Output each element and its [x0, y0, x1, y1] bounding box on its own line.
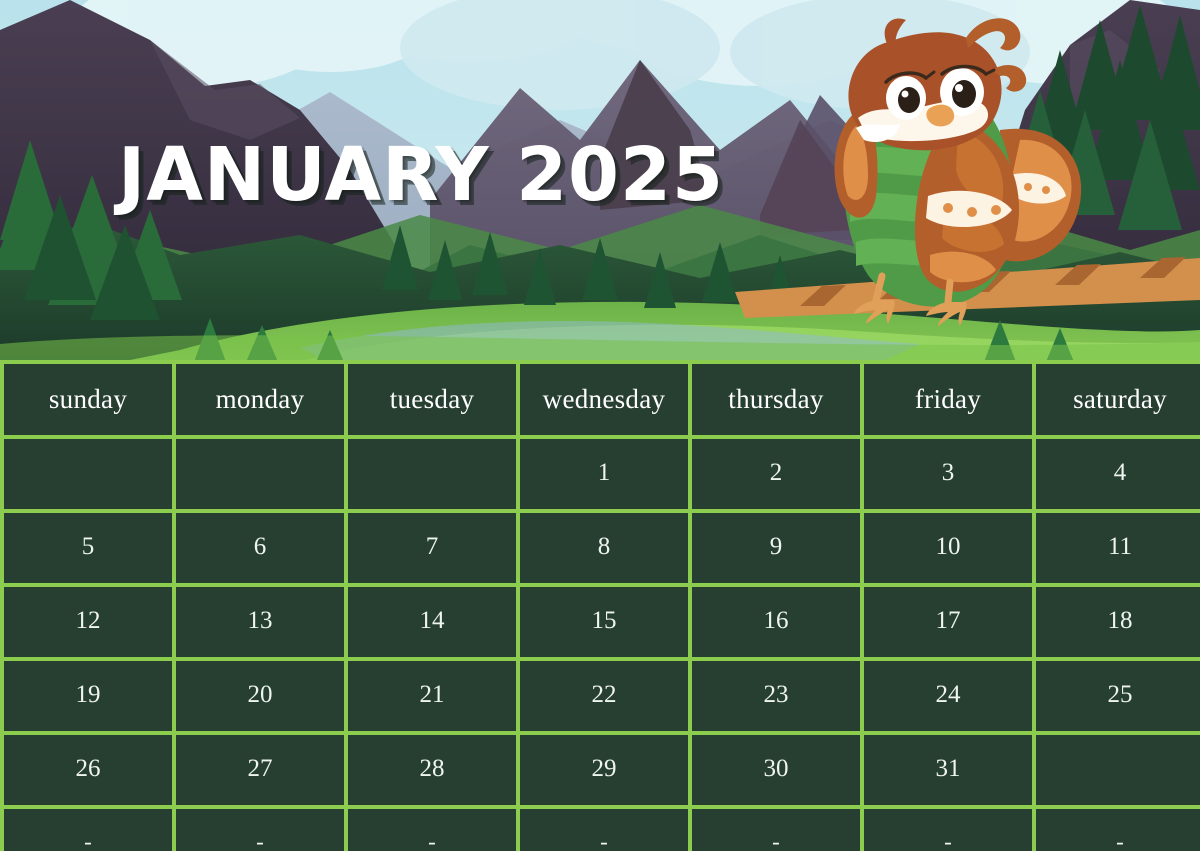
- date-number: 10: [935, 533, 961, 560]
- day-cell[interactable]: 29: [520, 735, 688, 805]
- date-number: 25: [1107, 681, 1133, 708]
- day-cell[interactable]: 27: [176, 735, 344, 805]
- date-number: 18: [1107, 607, 1133, 634]
- day-cell[interactable]: -: [692, 809, 860, 851]
- date-number: -: [84, 829, 92, 851]
- date-number: 28: [419, 755, 445, 782]
- date-number: -: [256, 829, 264, 851]
- date-number: 15: [591, 607, 617, 634]
- day-cell[interactable]: 4: [1036, 439, 1200, 509]
- day-cell[interactable]: 30: [692, 735, 860, 805]
- weekday-label: thursday: [728, 384, 824, 414]
- day-cell[interactable]: 28: [348, 735, 516, 805]
- date-number: 4: [1113, 459, 1127, 486]
- day-cell[interactable]: 25: [1036, 661, 1200, 731]
- day-cell[interactable]: -: [4, 809, 172, 851]
- weekday-label: saturday: [1073, 384, 1167, 414]
- day-cell[interactable]: 26: [4, 735, 172, 805]
- day-cell[interactable]: -: [176, 809, 344, 851]
- day-cell[interactable]: [348, 439, 516, 509]
- day-cell[interactable]: -: [520, 809, 688, 851]
- day-cell[interactable]: -: [1036, 809, 1200, 851]
- day-cell[interactable]: 23: [692, 661, 860, 731]
- date-number: 16: [763, 607, 789, 634]
- day-cell[interactable]: 17: [864, 587, 1032, 657]
- day-cell[interactable]: 9: [692, 513, 860, 583]
- day-cell[interactable]: 19: [4, 661, 172, 731]
- date-number: 13: [247, 607, 273, 634]
- date-number: 23: [763, 681, 789, 708]
- calendar-page: JANUARY 2025 sunday monday tuesday wedne…: [0, 0, 1200, 851]
- weekday-header-thursday: thursday: [692, 364, 860, 435]
- date-number: 29: [591, 755, 617, 782]
- date-number: 20: [247, 681, 273, 708]
- date-number: 14: [419, 607, 445, 634]
- weekday-header-monday: monday: [176, 364, 344, 435]
- day-cell[interactable]: 6: [176, 513, 344, 583]
- date-number: 8: [597, 533, 611, 560]
- header-artwork: JANUARY 2025: [0, 0, 1200, 362]
- day-cell[interactable]: 5: [4, 513, 172, 583]
- date-number: 5: [81, 533, 95, 560]
- date-number: 2: [769, 459, 783, 486]
- weekday-header-sunday: sunday: [4, 364, 172, 435]
- date-number: 17: [935, 607, 961, 634]
- day-cell[interactable]: 12: [4, 587, 172, 657]
- date-number: -: [600, 829, 608, 851]
- date-number: -: [428, 829, 436, 851]
- day-cell[interactable]: 24: [864, 661, 1032, 731]
- date-number: 19: [75, 681, 101, 708]
- weekday-label: friday: [914, 384, 982, 414]
- date-number: 30: [763, 755, 789, 782]
- day-cell[interactable]: 7: [348, 513, 516, 583]
- day-cell[interactable]: 10: [864, 513, 1032, 583]
- day-cell[interactable]: 3: [864, 439, 1032, 509]
- date-number: 27: [247, 755, 273, 782]
- weekday-header-wednesday: wednesday: [520, 364, 688, 435]
- date-number: 26: [75, 755, 101, 782]
- day-cell[interactable]: -: [348, 809, 516, 851]
- day-cell[interactable]: -: [864, 809, 1032, 851]
- day-cell[interactable]: 21: [348, 661, 516, 731]
- date-number: 6: [253, 533, 267, 560]
- day-cell[interactable]: 16: [692, 587, 860, 657]
- date-number: -: [772, 829, 780, 851]
- calendar-grid-wrapper: sunday monday tuesday wednesday thursday…: [0, 360, 1200, 851]
- day-cell[interactable]: 31: [864, 735, 1032, 805]
- weekday-header-saturday: saturday: [1036, 364, 1200, 435]
- date-number: 22: [591, 681, 617, 708]
- date-number: 24: [935, 681, 961, 708]
- day-cell[interactable]: 1: [520, 439, 688, 509]
- weekday-label: wednesday: [542, 384, 666, 414]
- day-cell[interactable]: 11: [1036, 513, 1200, 583]
- day-cell[interactable]: 22: [520, 661, 688, 731]
- date-number: 21: [419, 681, 445, 708]
- date-number: 7: [425, 533, 439, 560]
- day-cell[interactable]: 15: [520, 587, 688, 657]
- day-cell[interactable]: [1036, 735, 1200, 805]
- date-number: 1: [597, 459, 611, 486]
- day-cell[interactable]: 18: [1036, 587, 1200, 657]
- day-cell[interactable]: 2: [692, 439, 860, 509]
- date-number: 9: [769, 533, 783, 560]
- day-cell[interactable]: 13: [176, 587, 344, 657]
- day-cell[interactable]: 20: [176, 661, 344, 731]
- calendar-grid: sunday monday tuesday wednesday thursday…: [0, 360, 1200, 851]
- weekday-header-friday: friday: [864, 364, 1032, 435]
- weekday-label: sunday: [48, 384, 128, 414]
- date-number: 12: [75, 607, 101, 634]
- day-cell[interactable]: [176, 439, 344, 509]
- date-number: 31: [935, 755, 961, 782]
- day-cell[interactable]: 8: [520, 513, 688, 583]
- date-number: 11: [1107, 533, 1133, 560]
- weekday-label: tuesday: [389, 384, 475, 414]
- page-title: JANUARY 2025: [118, 132, 724, 218]
- date-number: -: [944, 829, 952, 851]
- weekday-header-tuesday: tuesday: [348, 364, 516, 435]
- weekday-label: monday: [215, 384, 305, 414]
- date-number: -: [1116, 829, 1124, 851]
- day-cell[interactable]: 14: [348, 587, 516, 657]
- day-cell[interactable]: [4, 439, 172, 509]
- date-number: 3: [941, 459, 955, 486]
